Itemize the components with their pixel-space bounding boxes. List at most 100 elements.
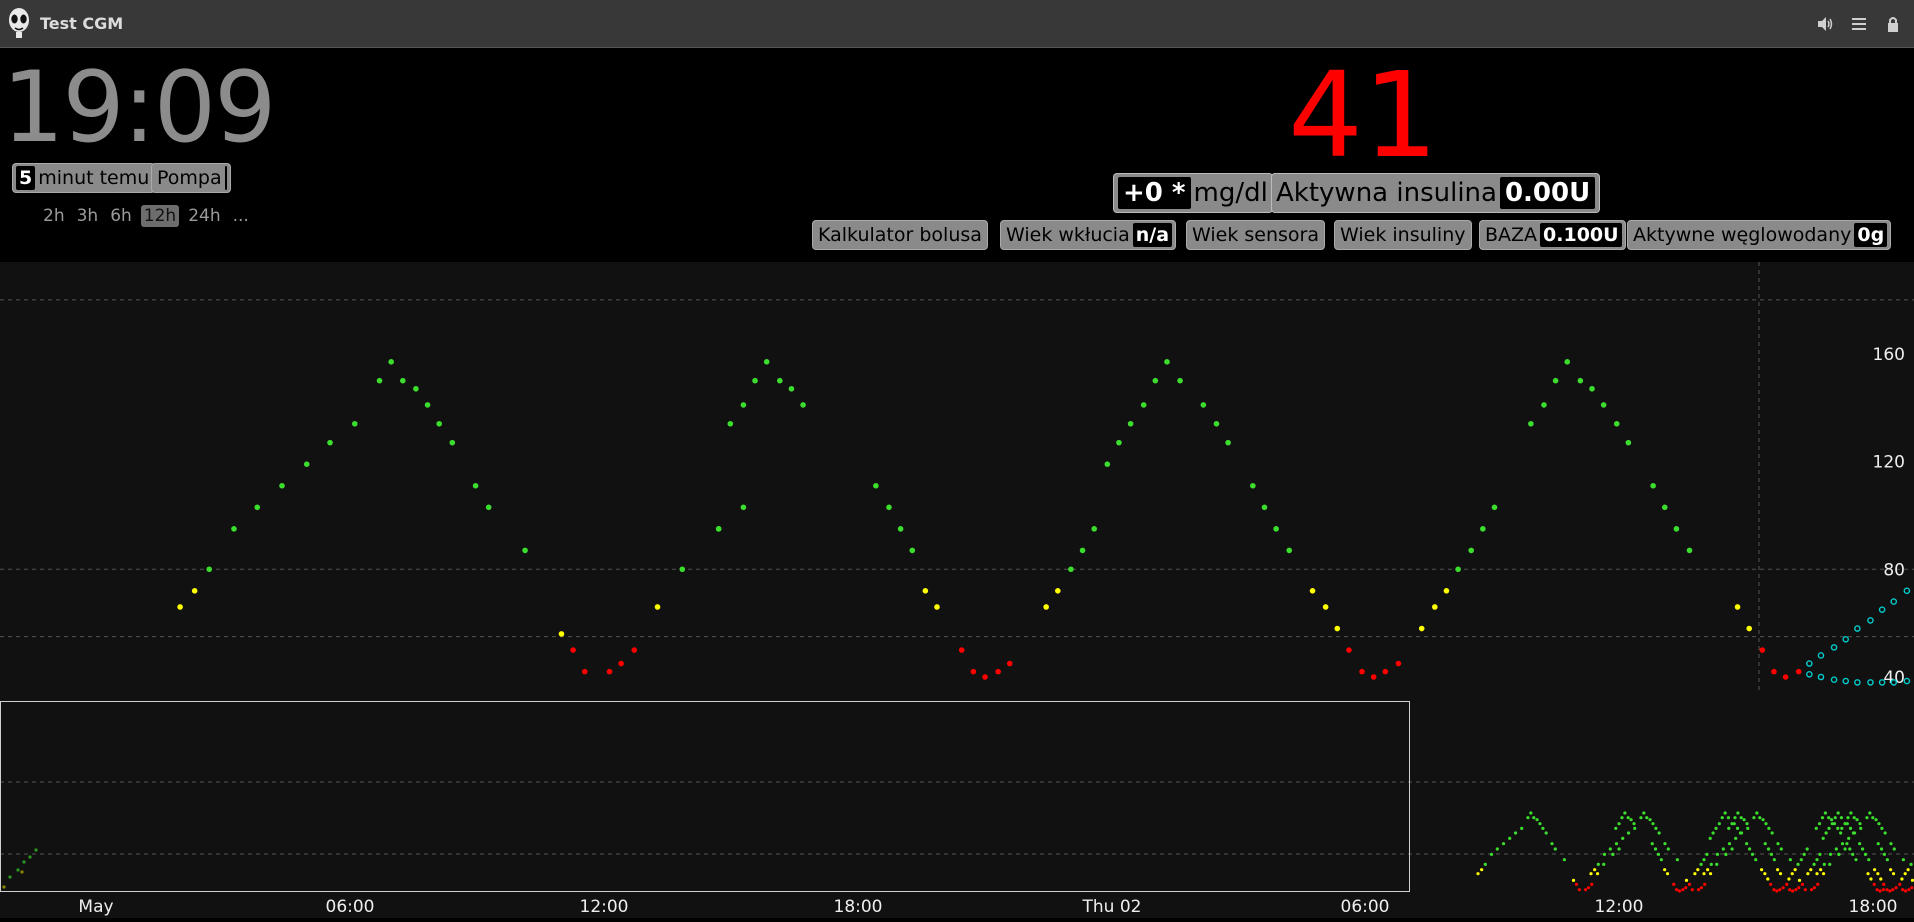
menu-icon[interactable] (1849, 14, 1869, 34)
reading-point (1650, 482, 1656, 489)
title-bar: Test CGM (0, 0, 1914, 48)
overview-point (1723, 811, 1727, 815)
overview-point (1781, 886, 1785, 890)
overview-point (1532, 816, 1536, 820)
overview-point (1755, 811, 1759, 815)
reading-point (1541, 402, 1547, 408)
reading-point (1625, 439, 1632, 446)
overview-point (1675, 888, 1679, 892)
active-carbs-pill[interactable]: Aktywne węglowodany 0g (1627, 220, 1892, 250)
overview-point (1809, 888, 1814, 892)
overview-point (1720, 816, 1724, 820)
reading-point (1455, 566, 1461, 573)
overview-point (1775, 889, 1779, 893)
overview-point (1699, 886, 1704, 890)
forecast-point (1842, 677, 1850, 685)
active-insulin-value: 0.00U (1499, 177, 1596, 209)
reading-point (1250, 482, 1256, 489)
overview-point (1715, 862, 1719, 866)
overview-point (1796, 862, 1800, 866)
cannula-age-pill[interactable]: Wiek wkłucia n/a (1000, 220, 1177, 250)
volume-icon[interactable] (1815, 14, 1835, 34)
overview-point (1815, 858, 1819, 862)
overview-chart[interactable]: May 06:00 12:00 18:00 Thu 02 06:00 12:00 18:00 (0, 701, 1914, 919)
glucose-chart-area[interactable]: 4080120160200 09:0012:0015:0018:00 May06… (0, 237, 1914, 919)
overview-point (1877, 822, 1881, 826)
overview-point (1726, 816, 1731, 820)
sensor-age-pill[interactable]: Wiek sensora (1186, 220, 1325, 250)
reading-point (1346, 647, 1352, 653)
overview-point (1747, 847, 1752, 851)
overview-point (1910, 886, 1914, 890)
overview-point (1839, 816, 1844, 820)
overview-point (1822, 862, 1826, 866)
overview-point (1611, 852, 1615, 856)
overview-point (1764, 822, 1768, 826)
overview-point (1821, 836, 1825, 840)
overview-point (1837, 852, 1841, 856)
forecast-point (1830, 644, 1838, 651)
overview-point (1645, 816, 1649, 820)
overview-point (1830, 822, 1834, 826)
overview-point (1696, 888, 1701, 892)
overview-point (1803, 888, 1807, 892)
window-title: Test CGM (40, 14, 124, 33)
overview-point (1794, 888, 1798, 892)
sensor-age-label: Wiek sensora (1192, 224, 1319, 246)
overview-x-tick-label: 18:00 (1849, 897, 1898, 917)
basal-value: 0.100U (1540, 223, 1622, 247)
pump-pill[interactable]: Pompa (151, 163, 231, 193)
insulin-age-pill[interactable]: Wiek insuliny (1334, 220, 1472, 250)
overview-background (0, 702, 1914, 918)
overview-point (1759, 868, 1764, 872)
overview-point (1703, 882, 1707, 886)
lock-icon[interactable] (1883, 14, 1903, 34)
overview-point (1639, 816, 1643, 820)
overview-point (1705, 852, 1709, 856)
cannula-age-label: Wiek wkłucia (1006, 224, 1130, 246)
overview-point (1851, 852, 1855, 856)
main-chart-grid (0, 262, 1914, 692)
reading-point (485, 504, 492, 511)
overview-point (1586, 886, 1591, 890)
reading-point (1552, 377, 1559, 384)
range-more[interactable]: ... (230, 205, 252, 227)
forecast-point (1867, 679, 1874, 686)
range-12h[interactable]: 12h (140, 205, 180, 227)
overview-point (1790, 889, 1795, 893)
overview-point (1714, 826, 1718, 830)
overview-point (1583, 888, 1588, 892)
overview-point (1651, 822, 1655, 826)
range-24h[interactable]: 24h (185, 205, 223, 227)
overview-point (1881, 888, 1885, 892)
range-6h[interactable]: 6h (107, 205, 135, 227)
overview-point (1693, 872, 1697, 876)
overview-point (1879, 877, 1883, 881)
overview-point (1818, 852, 1822, 856)
overview-point (1480, 868, 1484, 872)
overview-point (1872, 868, 1877, 872)
active-insulin-pill[interactable]: Aktywna insulina 0.00U (1271, 173, 1601, 213)
alien-logo-icon (9, 8, 29, 38)
reading-point (934, 604, 940, 610)
range-2h[interactable]: 2h (40, 205, 68, 227)
overview-point (1656, 852, 1661, 856)
reading-point (873, 482, 879, 489)
overview-point (1745, 822, 1749, 826)
forecast-point (1830, 676, 1838, 683)
reading-point (424, 402, 431, 408)
range-3h[interactable]: 3h (74, 205, 102, 227)
basal-pill[interactable]: BAZA 0.100U (1479, 220, 1626, 250)
overview-point (1489, 852, 1494, 856)
bolus-calculator-button[interactable]: Kalkulator bolusa (812, 220, 988, 250)
overview-point (1763, 842, 1767, 846)
overview-point (1739, 816, 1743, 820)
glucose-chart[interactable]: 4080120160200 09:0012:0015:0018:00 May06… (0, 237, 1914, 919)
forecast-point (1806, 671, 1813, 678)
active-carbs-label: Aktywne węglowodany (1633, 224, 1852, 246)
overview-point (1900, 877, 1904, 881)
overview-point (1880, 826, 1884, 830)
overview-point (1690, 888, 1694, 892)
overview-point (1787, 877, 1791, 881)
overview-point (20, 870, 24, 874)
